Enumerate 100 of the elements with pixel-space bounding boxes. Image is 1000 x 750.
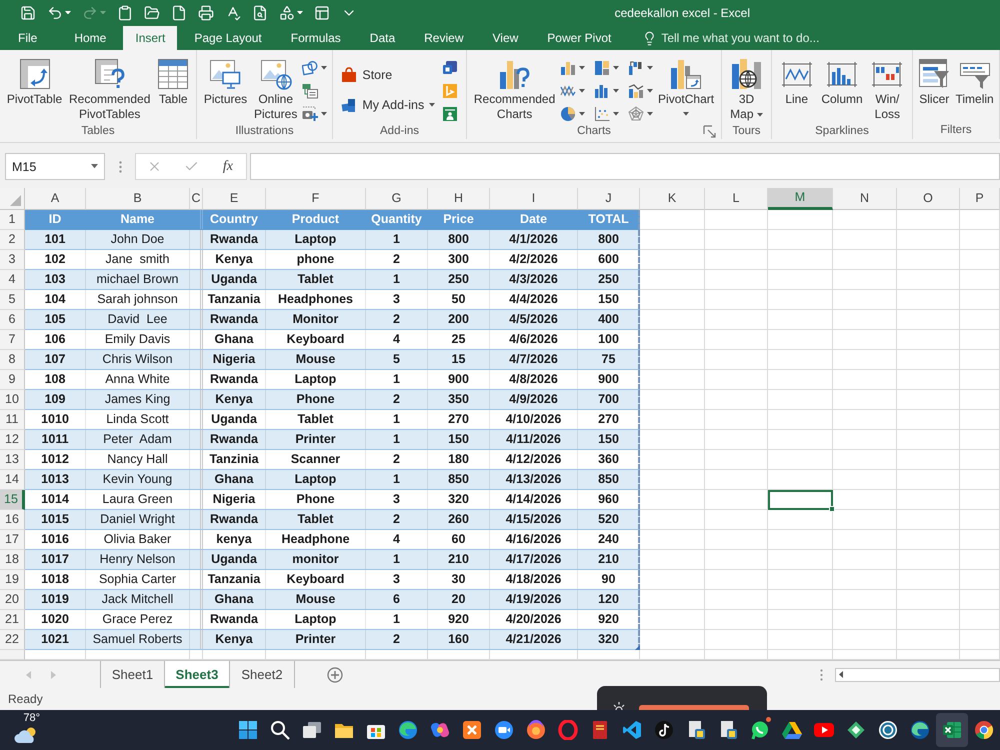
worksheet-cell[interactable] bbox=[833, 410, 897, 430]
column-header[interactable]: F bbox=[266, 188, 366, 210]
column-header[interactable]: M bbox=[768, 188, 833, 210]
worksheet-cell[interactable] bbox=[960, 610, 1000, 630]
column-header[interactable]: E bbox=[203, 188, 266, 210]
worksheet-cell[interactable] bbox=[768, 330, 833, 350]
worksheet-cell[interactable] bbox=[960, 250, 1000, 270]
worksheet-cell[interactable] bbox=[897, 390, 960, 410]
waterfall-chart-icon[interactable] bbox=[628, 60, 644, 76]
column-header[interactable]: N bbox=[833, 188, 897, 210]
shapes-icon[interactable] bbox=[279, 4, 295, 20]
ribbon-tab[interactable]: File bbox=[6, 26, 50, 50]
worksheet-cell[interactable] bbox=[768, 230, 833, 250]
browser-icon[interactable] bbox=[398, 720, 418, 740]
worksheet-cell[interactable] bbox=[960, 490, 1000, 510]
tell-me-field[interactable]: Tell me what you want to do... bbox=[661, 31, 842, 45]
row-header[interactable]: 10 bbox=[0, 390, 25, 410]
column-header[interactable]: C bbox=[190, 188, 203, 210]
dialog-launcher-icon[interactable] bbox=[702, 124, 718, 140]
worksheet-cell[interactable] bbox=[833, 590, 897, 610]
row-header[interactable]: 12 bbox=[0, 430, 25, 450]
row-header[interactable]: 8 bbox=[0, 350, 25, 370]
row-header[interactable]: 17 bbox=[0, 530, 25, 550]
new-file-icon[interactable] bbox=[171, 4, 187, 20]
worksheet-cell[interactable] bbox=[266, 650, 366, 660]
horizontal-scrollbar[interactable] bbox=[835, 668, 1000, 682]
app-icon[interactable] bbox=[462, 720, 482, 740]
column-header[interactable]: P bbox=[960, 188, 1000, 210]
chat-icon[interactable] bbox=[750, 720, 770, 740]
worksheet-cell[interactable] bbox=[768, 290, 833, 310]
ribbon-tab[interactable]: Insert bbox=[123, 26, 178, 50]
worksheet-cell[interactable] bbox=[833, 550, 897, 570]
taskbar-button[interactable] bbox=[936, 713, 968, 747]
formula-input-field[interactable] bbox=[250, 153, 1000, 180]
worksheet-cell[interactable] bbox=[705, 530, 768, 550]
worksheet-cell[interactable] bbox=[960, 630, 1000, 650]
worksheet-cell[interactable] bbox=[833, 470, 897, 490]
row-header[interactable] bbox=[0, 650, 25, 660]
worksheet-cell[interactable] bbox=[960, 350, 1000, 370]
ribbon-command-button[interactable]: Timelin bbox=[954, 55, 996, 107]
worksheet-cell[interactable] bbox=[833, 210, 897, 230]
worksheet-cell[interactable] bbox=[768, 350, 833, 370]
worksheet-cell[interactable] bbox=[705, 350, 768, 370]
shapes-icon[interactable] bbox=[302, 60, 318, 76]
worksheet-cell[interactable] bbox=[833, 270, 897, 290]
hierarchy-chart-icon[interactable] bbox=[594, 60, 610, 76]
worksheet-cell[interactable] bbox=[768, 270, 833, 290]
worksheet-cell[interactable] bbox=[640, 410, 705, 430]
worksheet-cell[interactable] bbox=[768, 410, 833, 430]
worksheet-cell[interactable] bbox=[640, 310, 705, 330]
column-header[interactable]: B bbox=[86, 188, 190, 210]
worksheet-cell[interactable] bbox=[25, 650, 86, 660]
folder-icon[interactable] bbox=[144, 4, 160, 20]
ribbon-command-button[interactable]: PivotTable bbox=[4, 55, 64, 107]
ring-logo-icon[interactable] bbox=[878, 720, 898, 740]
worksheet-cell[interactable] bbox=[705, 490, 768, 510]
row-header[interactable]: 4 bbox=[0, 270, 25, 290]
clipboard-icon[interactable] bbox=[117, 4, 133, 20]
worksheet-cell[interactable] bbox=[960, 310, 1000, 330]
worksheet-cell[interactable] bbox=[640, 210, 705, 230]
worksheet-cell[interactable] bbox=[897, 570, 960, 590]
worksheet-cell[interactable] bbox=[960, 650, 1000, 660]
column-header[interactable]: G bbox=[366, 188, 428, 210]
worksheet-cell[interactable] bbox=[768, 510, 833, 530]
worksheet-cell[interactable] bbox=[705, 290, 768, 310]
code-editor-icon[interactable] bbox=[622, 720, 642, 740]
worksheet-cell[interactable] bbox=[705, 250, 768, 270]
worksheet-cell[interactable] bbox=[960, 230, 1000, 250]
worksheet-cell[interactable] bbox=[768, 550, 833, 570]
worksheet-cell[interactable] bbox=[833, 450, 897, 470]
worksheet-cell[interactable] bbox=[897, 350, 960, 370]
worksheet-cell[interactable] bbox=[640, 370, 705, 390]
worksheet-cell[interactable] bbox=[428, 650, 490, 660]
worksheet-cell[interactable] bbox=[833, 370, 897, 390]
worksheet-cell[interactable] bbox=[640, 510, 705, 530]
insert-function-button[interactable]: fx bbox=[220, 158, 235, 174]
ribbon-command-button[interactable]: Table bbox=[155, 55, 192, 107]
worksheet-cell[interactable] bbox=[960, 370, 1000, 390]
worksheet-cell[interactable] bbox=[640, 390, 705, 410]
worksheet-cell[interactable] bbox=[768, 210, 833, 230]
row-header[interactable]: 15 bbox=[0, 490, 25, 510]
worksheet-cell[interactable] bbox=[960, 410, 1000, 430]
worksheet-cell[interactable] bbox=[640, 650, 705, 660]
worksheet-cell[interactable] bbox=[578, 650, 640, 660]
worksheet-cell[interactable] bbox=[960, 470, 1000, 490]
ring-icon[interactable] bbox=[558, 720, 578, 740]
radar-chart-icon[interactable] bbox=[628, 106, 644, 122]
worksheet-cell[interactable] bbox=[705, 630, 768, 650]
worksheet-cell[interactable] bbox=[640, 530, 705, 550]
spreadsheet-icon[interactable] bbox=[942, 720, 962, 740]
splitter-icon[interactable] bbox=[820, 668, 823, 680]
worksheet-cell[interactable] bbox=[960, 550, 1000, 570]
worksheet-cell[interactable] bbox=[640, 490, 705, 510]
column-header[interactable]: A bbox=[25, 188, 86, 210]
worksheet-cell[interactable] bbox=[640, 270, 705, 290]
swirl-icon[interactable] bbox=[430, 720, 450, 740]
row-header[interactable]: 22 bbox=[0, 630, 25, 650]
worksheet-cell[interactable] bbox=[897, 530, 960, 550]
worksheet-cell[interactable] bbox=[640, 250, 705, 270]
scatter-chart-icon[interactable] bbox=[594, 106, 610, 122]
